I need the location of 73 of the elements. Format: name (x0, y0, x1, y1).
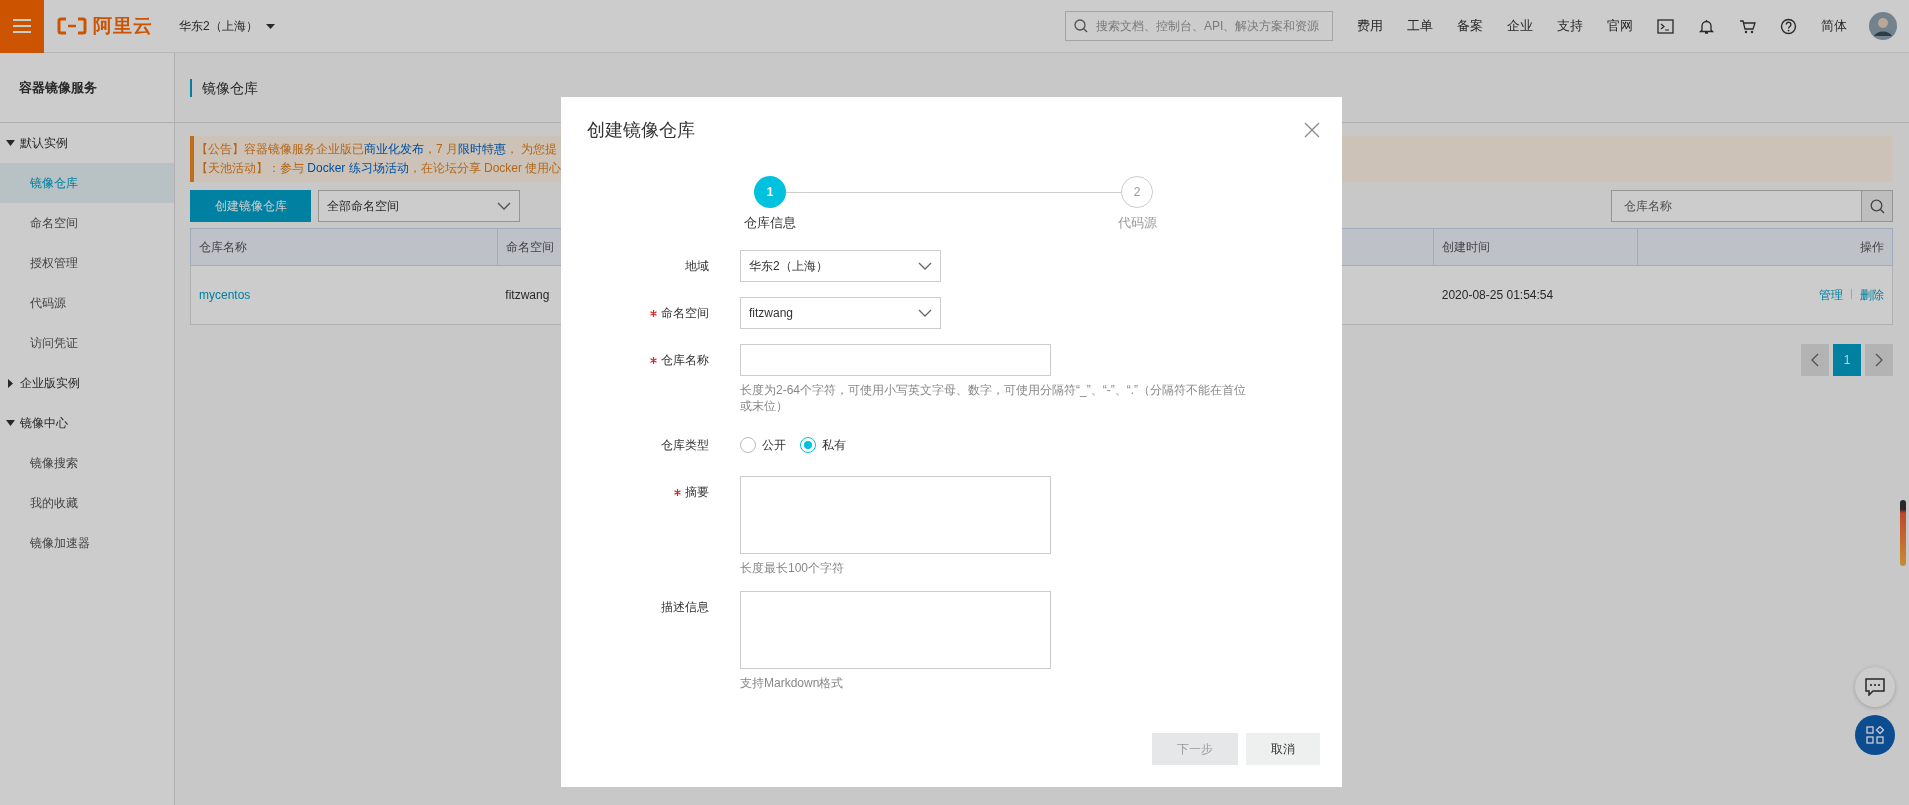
chat-icon (1865, 678, 1885, 696)
nav-link[interactable]: 费用 (1357, 17, 1383, 35)
input-field[interactable] (740, 344, 1051, 376)
page-title: 镜像仓库 (190, 78, 258, 97)
chevron-right-icon (1875, 353, 1883, 367)
close-button[interactable] (1304, 122, 1320, 138)
field-label: 描述信息 (661, 599, 709, 616)
sidebar-item[interactable]: 访问凭证 (0, 323, 174, 363)
radio-button[interactable] (800, 437, 816, 453)
sidebar-group[interactable]: 默认实例 (0, 123, 174, 163)
scroll-indicator (1900, 500, 1906, 566)
chevron-down-icon (918, 262, 932, 270)
sidebar-item[interactable]: 命名空间 (0, 203, 174, 243)
field-label: 仓库类型 (661, 437, 709, 454)
logo-text: 阿里云 (93, 14, 153, 38)
cart-icon[interactable] (1739, 17, 1756, 35)
search-field[interactable]: 仓库名称 (1611, 190, 1861, 222)
bell-icon[interactable] (1698, 17, 1715, 35)
nav-link[interactable]: 支持 (1557, 17, 1583, 35)
apps-icon (1866, 726, 1884, 744)
field-label: 摘要 (685, 484, 709, 501)
nav-link[interactable]: 工单 (1407, 17, 1433, 35)
announcement-link[interactable]: 商业化发布 (364, 142, 424, 156)
terminal-icon[interactable] (1657, 17, 1674, 35)
menu-icon (13, 19, 31, 33)
dialog-title: 创建镜像仓库 (587, 119, 695, 142)
chevron-down-icon (497, 202, 511, 210)
search-icon (1869, 198, 1885, 214)
sidebar-item[interactable]: 镜像加速器 (0, 523, 174, 563)
search-field[interactable]: 搜索文档、控制台、API、解决方案和资源 (1065, 11, 1333, 41)
menu-button[interactable] (0, 0, 44, 53)
namespace-select[interactable]: 全部命名空间 (318, 190, 520, 222)
sidebar-group[interactable]: 企业版实例 (0, 363, 174, 403)
chevron-left-icon (1811, 353, 1819, 367)
search-button[interactable] (1861, 190, 1893, 222)
table-cell: fitzwang (505, 288, 550, 302)
chevron-down-icon (918, 309, 932, 317)
region-selector[interactable]: 华东2（上海） (179, 17, 258, 35)
sidebar-item[interactable]: 代码源 (0, 283, 174, 323)
announcement-link[interactable]: Docker 练习场活动 (307, 161, 409, 175)
sidebar-item[interactable]: 授权管理 (0, 243, 174, 283)
nav-link[interactable]: 企业 (1507, 17, 1533, 35)
sidebar-group[interactable]: 镜像中心 (0, 403, 174, 443)
radio-label[interactable]: 私有 (822, 436, 846, 454)
field-hint: 支持Markdown格式 (740, 675, 845, 691)
field-label: 命名空间 (661, 305, 709, 322)
table-cell: 2020-08-25 01:54:54 (1441, 288, 1554, 302)
field-label: 仓库名称 (661, 352, 709, 369)
sidebar-title: 容器镜像服务 (19, 78, 97, 97)
field-hint: 长度为2-64个字符，可使用小写英文字母、数字，可使用分隔符“_”、“-”、“.”（分隔符不能在首位或末位） (740, 382, 1247, 414)
close-icon (1304, 122, 1320, 138)
help-icon[interactable] (1780, 17, 1797, 35)
cancel-button[interactable]: 取消 (1246, 733, 1320, 765)
select-field[interactable]: 华东2（上海） (740, 250, 941, 282)
column-header: 操作 (1637, 228, 1893, 266)
sidebar-item[interactable]: 我的收藏 (0, 483, 174, 523)
radio-button[interactable] (740, 437, 756, 453)
caret-down-icon (265, 23, 275, 29)
step-number: 2 (1121, 176, 1153, 208)
nav-link[interactable]: 官网 (1607, 17, 1633, 35)
nav-link[interactable]: 备案 (1457, 17, 1483, 35)
field-hint: 长度最长100个字符 (740, 560, 846, 576)
announcement-link[interactable]: 限时特惠 (458, 142, 506, 156)
radio-label[interactable]: 公开 (762, 436, 786, 454)
search-icon (1074, 19, 1088, 33)
column-header: 仓库名称 (190, 228, 498, 266)
select-field[interactable]: fitzwang (740, 297, 941, 329)
bracket-logo-icon (57, 17, 87, 35)
nav-link[interactable]: 简体 (1821, 17, 1847, 35)
step-number: 1 (754, 176, 786, 208)
column-header: 创建时间 (1433, 228, 1638, 266)
sidebar-item[interactable]: 镜像搜索 (0, 443, 174, 483)
avatar-icon[interactable] (1869, 12, 1897, 40)
